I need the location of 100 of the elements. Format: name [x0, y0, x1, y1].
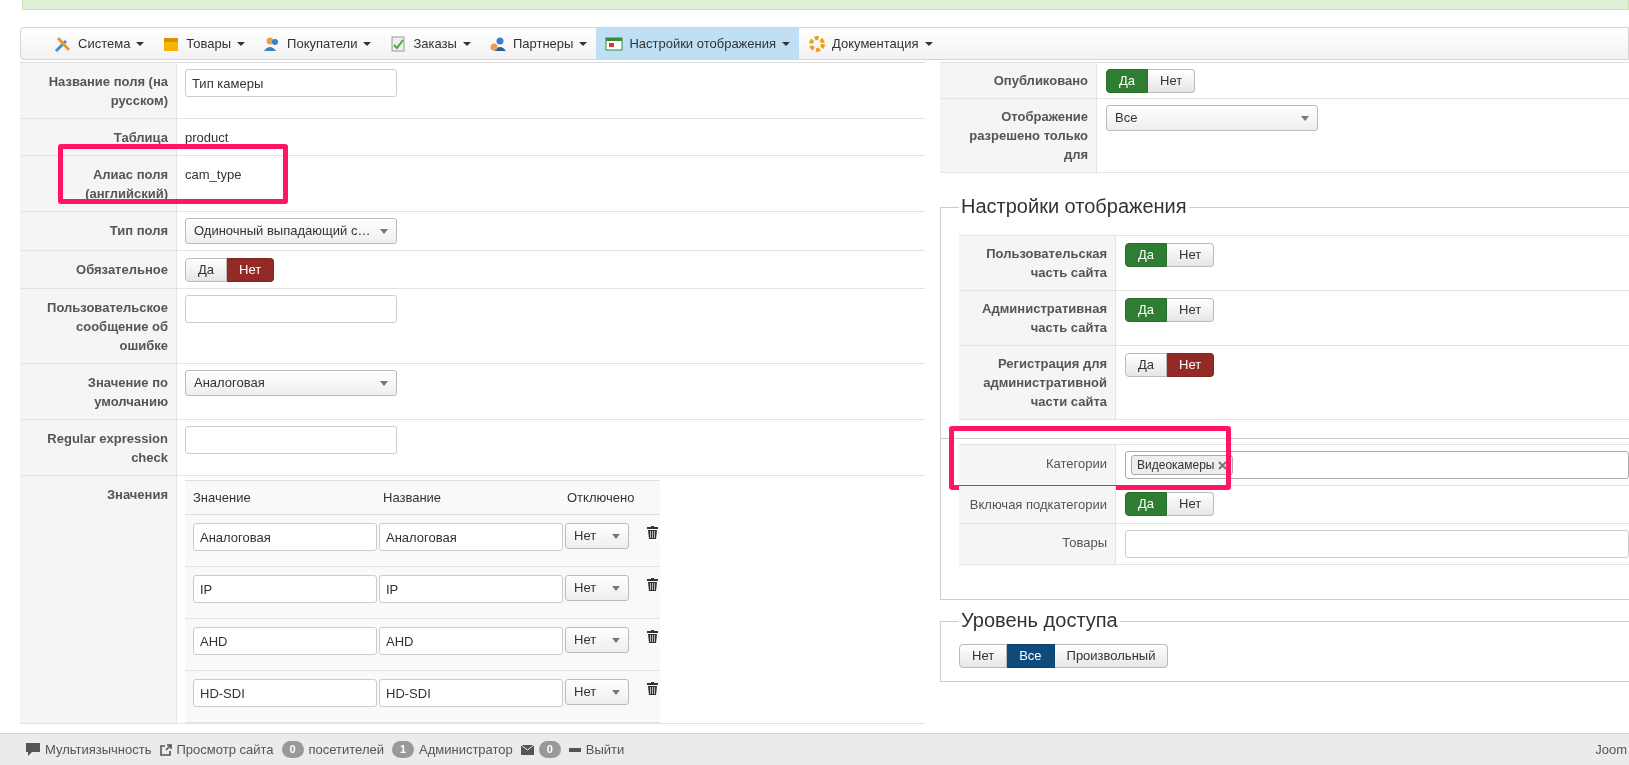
input-field[interactable]: Аналоговая [193, 523, 377, 551]
field-label: Административная часть сайта [959, 291, 1116, 345]
toggle-option[interactable]: Произвольный [1054, 644, 1169, 668]
trash-icon[interactable] [647, 578, 658, 591]
toggle-option[interactable]: Нет [227, 258, 275, 282]
trash-icon[interactable] [647, 682, 658, 695]
document-icon [389, 34, 408, 53]
field-label: Включая подкатегории [959, 486, 1116, 523]
count-badge: 1 [392, 741, 414, 758]
caret-icon [380, 380, 388, 386]
status-text: Администратор [419, 740, 513, 759]
caret-icon [136, 41, 145, 46]
footer-text: Joom [1595, 740, 1628, 759]
caret-icon [612, 637, 620, 643]
field-label: Отображение разрешено только для [940, 99, 1097, 172]
toggle-option[interactable]: Да [185, 258, 228, 282]
minus-icon [568, 747, 581, 752]
toggle-option[interactable]: Нет [1167, 298, 1215, 322]
dropdown[interactable]: Аналоговая [185, 370, 397, 396]
nav-menu-item[interactable]: Товары [153, 28, 255, 59]
nav-menu-item[interactable]: Система [45, 28, 154, 59]
input-field[interactable]: HD-SDI [193, 679, 377, 707]
external-link-icon [159, 743, 172, 756]
field-label: Категории [959, 445, 1116, 485]
toggle-option[interactable]: Нет [1148, 69, 1196, 93]
status-link[interactable]: Просмотр сайта [176, 739, 274, 760]
field-label: Таблица [20, 119, 177, 155]
nav-menu-item[interactable]: Настройки отображения [596, 28, 800, 59]
dropdown[interactable]: Одиночный выпадающий с… [185, 218, 397, 244]
toggle-option[interactable]: Все [1007, 644, 1055, 668]
caret-icon [579, 41, 588, 46]
field-label: Тип поля [20, 212, 177, 250]
dropdown[interactable]: Нет [565, 679, 629, 705]
envelope-icon [520, 744, 534, 755]
caret-icon [924, 41, 933, 46]
remove-icon[interactable] [1218, 460, 1228, 470]
caret-icon [1301, 115, 1309, 121]
caret-icon [237, 41, 246, 46]
field-value: product [185, 129, 230, 147]
window-icon [605, 34, 624, 53]
status-link[interactable]: Мультиязычность [45, 739, 152, 760]
field-label: Regular expression check [20, 420, 177, 475]
nav-menu-item[interactable]: Документация [799, 28, 942, 59]
status-text: посетителей [308, 740, 384, 759]
input-field[interactable]: IP [379, 575, 563, 603]
field-label: Опубликовано [940, 63, 1097, 98]
caret-icon [380, 228, 388, 234]
input-field[interactable] [185, 295, 397, 323]
caret-icon [612, 585, 620, 591]
lifebuoy-icon [808, 34, 827, 53]
tools-icon [54, 34, 72, 53]
caret-icon [612, 689, 620, 695]
toggle-option[interactable]: Да [1125, 298, 1168, 322]
toggle-option[interactable]: Нет [959, 644, 1008, 668]
toggle-option[interactable]: Да [1125, 353, 1168, 377]
caret-icon [782, 41, 791, 46]
caret-icon [612, 533, 620, 539]
toggle-option[interactable]: Нет [1167, 243, 1215, 267]
dropdown[interactable]: Нет [565, 627, 629, 653]
field-label: Значение по умолчанию [20, 364, 177, 419]
status-link[interactable]: Выйти [585, 739, 625, 760]
field-label: Алиас поля (английский) [20, 156, 177, 211]
input-field[interactable]: IP [193, 575, 377, 603]
column-header: Отключено [567, 488, 636, 507]
tag-field[interactable]: Видеокамеры [1125, 451, 1629, 479]
caret-icon [363, 41, 372, 46]
input-field[interactable]: AHD [379, 627, 563, 655]
nav-menu-item[interactable]: Партнеры [479, 28, 597, 59]
field-label: Название поля (на русском) [20, 63, 177, 118]
input-field[interactable]: Аналоговая [379, 523, 563, 551]
dropdown[interactable]: Нет [565, 575, 629, 601]
column-header: Значение [193, 488, 252, 507]
field-label: Регистрация для административной части сайта [959, 346, 1116, 419]
input-field[interactable]: AHD [193, 627, 377, 655]
input-field[interactable] [1125, 530, 1629, 558]
tag-label: Видеокамеры [1137, 457, 1215, 474]
trash-icon[interactable] [647, 526, 658, 539]
field-value: cam_type [185, 166, 243, 184]
comment-icon [26, 743, 40, 756]
nav-menu-item[interactable]: Заказы [380, 28, 480, 59]
field-label: Пользовательское сообщение об ошибке [20, 289, 177, 363]
toggle-option[interactable]: Да [1125, 243, 1168, 267]
caret-icon [462, 41, 471, 46]
nav-menu-item[interactable]: Покупатели [254, 28, 381, 59]
field-label: Товары [959, 524, 1116, 564]
count-badge: 0 [538, 741, 561, 758]
dropdown[interactable]: Нет [565, 523, 629, 549]
column-header: Название [383, 488, 443, 507]
dropdown[interactable]: Все [1106, 105, 1318, 131]
toggle-option[interactable]: Нет [1167, 353, 1215, 377]
count-badge: 0 [281, 741, 304, 758]
field-label: Значения [20, 476, 177, 723]
toggle-option[interactable]: Нет [1167, 492, 1215, 516]
input-field[interactable]: Тип камеры [185, 69, 397, 97]
toggle-option[interactable]: Да [1106, 69, 1149, 93]
field-label: Пользовательская часть сайта [959, 236, 1116, 290]
input-field[interactable] [185, 426, 397, 454]
toggle-option[interactable]: Да [1125, 492, 1168, 516]
input-field[interactable]: HD-SDI [379, 679, 563, 707]
trash-icon[interactable] [647, 630, 658, 643]
